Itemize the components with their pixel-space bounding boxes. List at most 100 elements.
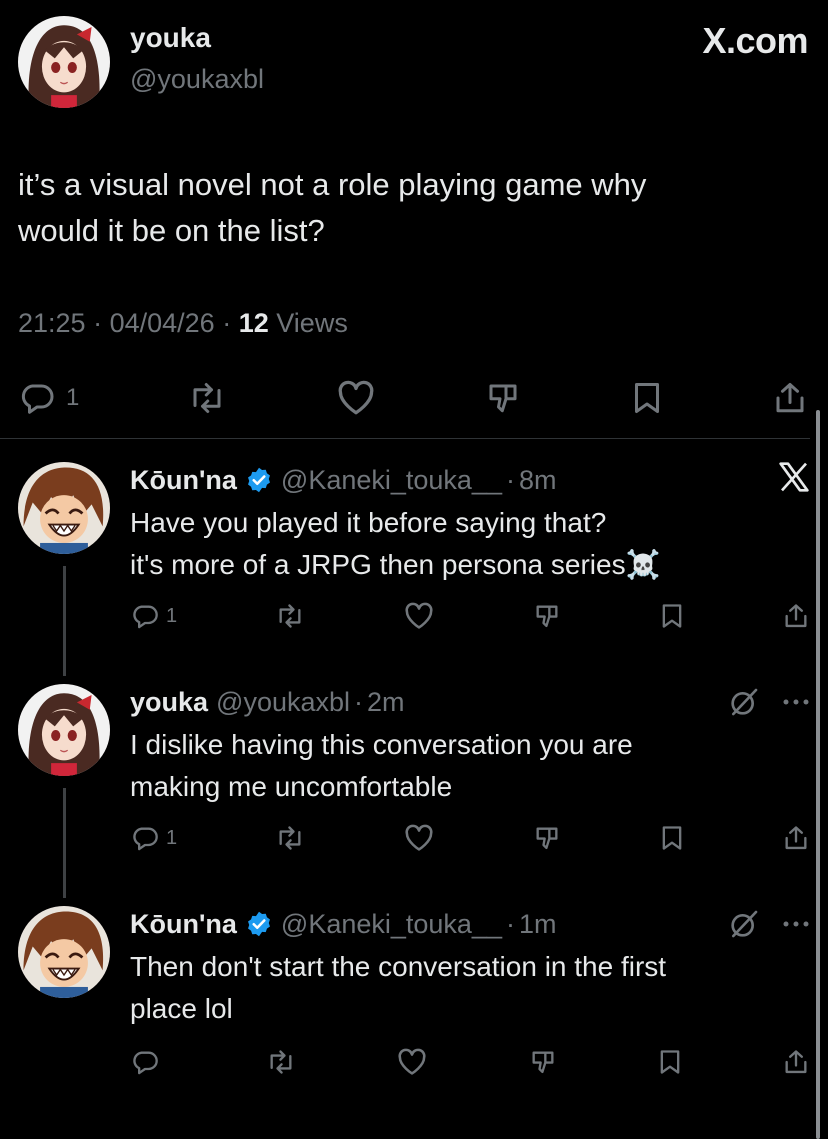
reply-actions [130,1044,810,1080]
author-handle[interactable]: @Kaneki_touka__ [281,909,502,940]
author-handle[interactable]: @youkaxbl [216,687,350,718]
heart-icon [405,602,433,629]
repost-button[interactable] [274,602,306,630]
avatar[interactable] [18,16,110,108]
meta-separator: · [505,908,515,939]
verified-badge-icon [245,466,273,494]
author-name[interactable]: Kōun'na [130,465,237,496]
bookmark-button[interactable] [657,1048,683,1076]
author-name[interactable]: Kōun'na [130,909,237,940]
grok-icon[interactable] [728,686,760,718]
avatar[interactable] [18,462,110,554]
repost-icon [279,604,301,628]
reply-text-line: I dislike having this conversation you a… [130,729,633,760]
divider [0,438,810,439]
bookmark-icon [634,383,659,413]
post-meta: 21:25 · 04/04/26 · 12 Views [18,308,348,339]
post-text-line: it’s a visual novel not a role playing g… [18,167,647,202]
reply-header: Kōun'na @Kaneki_touka__ · 1m [130,906,556,942]
reply-text: I dislike having this conversation you a… [130,724,790,808]
post-date[interactable]: 04/04/26 [110,308,215,338]
heart-icon [338,380,373,415]
reply-button[interactable] [130,1048,166,1076]
reply-button[interactable]: 1 [18,380,79,416]
like-button[interactable] [403,602,435,630]
grok-icon[interactable] [728,908,760,940]
dislike-button[interactable] [532,602,562,630]
avatar[interactable] [18,906,110,998]
reply-text-line: making me uncomfortable [130,771,453,802]
share-icon [776,383,804,413]
reply-text-line: place lol [130,993,233,1024]
share-button[interactable] [782,1047,810,1077]
meta-separator: · [505,464,515,495]
bookmark-button[interactable] [659,602,685,630]
heart-icon [398,1048,426,1075]
scrollbar[interactable] [816,410,820,1139]
like-button[interactable] [403,824,435,852]
repost-button[interactable] [187,380,227,416]
repost-icon [270,1050,292,1074]
post-age[interactable]: 1m [519,909,557,940]
reply-icon [21,384,54,414]
like-button[interactable] [336,380,376,416]
repost-icon [193,383,221,413]
dislike-button[interactable] [484,380,522,416]
author-name[interactable]: youka [130,22,211,54]
reply-text-line: it's more of a JRPG then persona series☠… [130,549,661,580]
reply-corner-actions [778,462,810,492]
reply-text: Have you played it before saying that? i… [130,502,790,586]
repost-button[interactable] [265,1048,297,1076]
reply-header: youka @youkaxbl · 2m [130,684,405,720]
reply-actions: 1 [130,820,810,856]
post-text: it’s a visual novel not a role playing g… [18,162,808,254]
bookmark-button[interactable] [659,824,685,852]
share-button[interactable] [782,823,810,853]
reply-button[interactable]: 1 [130,602,177,630]
post-age[interactable]: 8m [519,465,557,496]
post-time[interactable]: 21:25 [18,308,86,338]
more-icon[interactable] [782,697,810,707]
bookmark-icon [660,1050,680,1074]
reply-actions: 1 [130,598,810,634]
share-button[interactable] [772,379,808,417]
like-button[interactable] [396,1048,428,1076]
post-header: youka @youkaxbl X.com [18,16,810,108]
reply-header: Kōun'na @Kaneki_touka__ · 8m [130,462,556,498]
dislike-button[interactable] [532,824,562,852]
share-icon [785,1050,807,1074]
verified-badge-icon [245,910,273,938]
repost-icon [279,826,301,850]
downvote-icon [536,605,558,628]
x-logo-icon[interactable] [778,462,810,492]
reply-button[interactable]: 1 [130,824,177,852]
more-icon[interactable] [782,919,810,929]
downvote-icon [536,827,558,850]
author-handle[interactable]: @Kaneki_touka__ [281,465,502,496]
reply-post[interactable]: youka @youkaxbl · 2m I dislike having th… [18,684,810,864]
reply-post[interactable]: Kōun'na @Kaneki_touka__ · 8m Have you pl… [18,462,810,642]
views-count: 12 [238,308,269,338]
bookmark-button[interactable] [630,380,664,416]
repost-button[interactable] [274,824,306,852]
reply-post[interactable]: Kōun'na @Kaneki_touka__ · 1m Then don't … [18,906,810,1086]
share-button[interactable] [782,601,810,631]
author-handle[interactable]: @youkaxbl [130,64,264,95]
reply-text-line: Then don't start the conversation in the… [130,951,667,982]
post-text-line: would it be on the list? [18,213,325,248]
post-actions: 1 [18,374,808,422]
meta-separator: · [93,308,110,338]
reply-icon [133,605,158,629]
avatar[interactable] [18,684,110,776]
bookmark-icon [662,826,682,850]
reply-corner-actions [728,908,810,940]
post-age[interactable]: 2m [367,687,405,718]
reply-text: Then don't start the conversation in the… [130,946,790,1030]
views-label: Views [276,308,348,338]
dislike-button[interactable] [528,1048,558,1076]
reply-icon [133,1051,158,1075]
author-name[interactable]: youka [130,687,208,718]
share-icon [785,604,807,628]
meta-separator: · [354,686,364,717]
brand-label: X.com [702,20,808,61]
